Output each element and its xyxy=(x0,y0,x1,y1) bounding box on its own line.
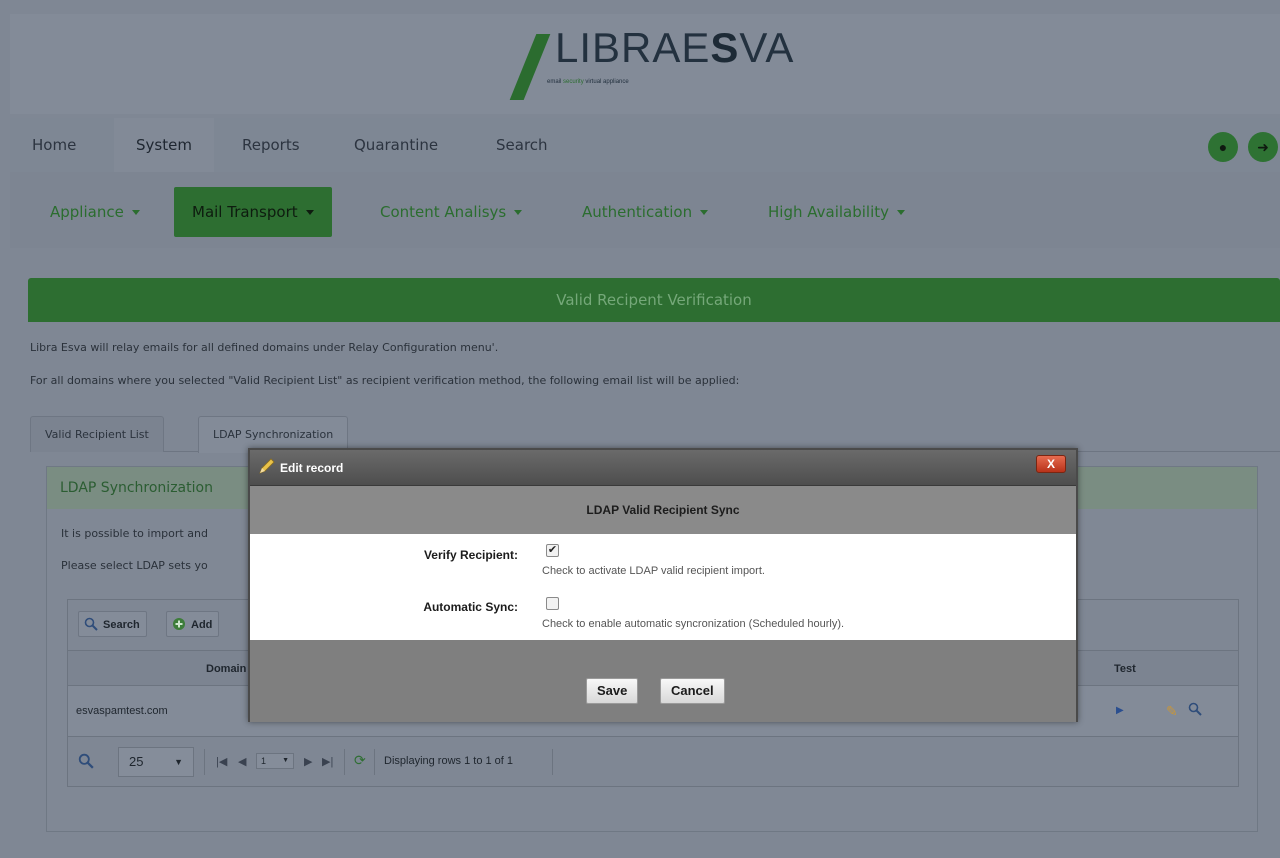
ldap-sync-text-2: Please select LDAP sets yo xyxy=(61,559,208,572)
refresh-icon[interactable]: ⟳ xyxy=(354,752,366,769)
edit-record-dialog: Edit record X LDAP Valid Recipient Sync … xyxy=(248,448,1078,722)
dialog-subtitle: LDAP Valid Recipient Sync xyxy=(250,486,1076,534)
page-size-value: 25 xyxy=(129,754,144,769)
chevron-down-icon xyxy=(514,210,523,215)
search-icon xyxy=(84,617,98,631)
libraesva-logo: LIBRAESVA email security virtual applian… xyxy=(509,22,815,102)
tab-search[interactable]: Search xyxy=(474,118,570,172)
chevron-down-icon xyxy=(305,210,314,215)
recipient-tabs: Valid Recipient List LDAP Synchronizatio… xyxy=(30,412,1280,453)
pager-status: Displaying rows 1 to 1 of 1 xyxy=(384,755,514,767)
menu-appliance-label: Appliance xyxy=(50,203,124,221)
automatic-sync-checkbox[interactable] xyxy=(546,597,559,610)
menu-mail-transport[interactable]: Mail Transport xyxy=(174,187,332,237)
menu-authentication-label: Authentication xyxy=(582,203,693,221)
menu-high-availability[interactable]: High Availability xyxy=(750,187,923,237)
add-icon xyxy=(173,618,185,630)
chevron-down-icon xyxy=(131,210,140,215)
panel-title: Valid Recipent Verification xyxy=(28,278,1280,322)
cancel-button[interactable]: Cancel xyxy=(660,678,725,704)
tab-valid-recipient-list[interactable]: Valid Recipient List xyxy=(30,416,164,452)
grid-pager: 25 ▼ |◀ ◀ 1 ▼ ▶ ▶| ⟳ Displaying rows 1 t… xyxy=(68,736,1238,786)
close-icon: X xyxy=(1046,457,1055,471)
page-number-value: 1 xyxy=(261,756,267,766)
dropdown-arrow-icon: ▼ xyxy=(282,757,289,764)
automatic-sync-hint: Check to enable automatic syncronization… xyxy=(542,618,845,630)
view-magnifier-icon[interactable] xyxy=(1188,684,1202,734)
tab-home[interactable]: Home xyxy=(10,118,98,172)
tab-system[interactable]: System xyxy=(114,118,214,172)
verify-recipient-hint: Check to activate LDAP valid recipient i… xyxy=(542,565,765,577)
tab-reports[interactable]: Reports xyxy=(220,118,322,172)
menu-content-analisys-label: Content Analisys xyxy=(380,203,507,221)
edit-pencil-icon[interactable]: ✎ xyxy=(1166,686,1178,736)
menu-high-availability-label: High Availability xyxy=(768,203,890,221)
menu-appliance[interactable]: Appliance xyxy=(32,187,158,237)
dialog-titlebar[interactable]: Edit record X xyxy=(250,450,1076,486)
ldap-sync-text-1: It is possible to import and xyxy=(61,527,208,540)
column-test[interactable]: Test xyxy=(1114,651,1136,687)
page-size-select[interactable]: 25 ▼ xyxy=(118,747,194,777)
automatic-sync-label: Automatic Sync: xyxy=(423,600,518,614)
pager-divider xyxy=(552,749,553,775)
quick-search-icon[interactable] xyxy=(78,753,94,774)
row-domain: esvaspamtest.com xyxy=(76,705,168,717)
app-header: LIBRAESVA email security virtual applian… xyxy=(10,14,1280,114)
last-page-icon[interactable]: ▶| xyxy=(322,755,333,768)
verify-recipient-label: Verify Recipient: xyxy=(423,548,518,562)
chevron-down-icon xyxy=(897,210,906,215)
add-button-label: Add xyxy=(191,619,213,631)
logout-icon[interactable]: ➜ xyxy=(1248,132,1278,162)
logo-tagline: email security virtual appliance xyxy=(547,79,629,85)
search-button[interactable]: Search xyxy=(78,611,147,637)
logo-slash-mark xyxy=(509,34,551,100)
menu-content-analisys[interactable]: Content Analisys xyxy=(362,187,540,237)
tab-quarantine[interactable]: Quarantine xyxy=(332,118,460,172)
first-page-icon[interactable]: |◀ xyxy=(216,755,227,768)
dialog-title: Edit record xyxy=(280,461,344,475)
page-number-select[interactable]: 1 ▼ xyxy=(256,753,294,769)
panel-description-2: For all domains where you selected "Vali… xyxy=(30,374,740,387)
panel-description-1: Libra Esva will relay emails for all def… xyxy=(30,341,499,354)
close-button[interactable]: X xyxy=(1036,455,1066,473)
pencil-icon xyxy=(259,458,275,474)
run-test-icon[interactable]: ▶ xyxy=(1116,686,1124,736)
pager-divider xyxy=(374,749,375,775)
add-button[interactable]: Add xyxy=(166,611,220,637)
menu-mail-transport-label: Mail Transport xyxy=(192,203,298,221)
logo-wordmark: LIBRAESVA xyxy=(555,24,795,71)
pager-divider xyxy=(344,749,345,775)
save-button[interactable]: Save xyxy=(586,678,639,704)
next-page-icon[interactable]: ▶ xyxy=(304,755,312,768)
top-navigation: Home System Reports Quarantine Search ● … xyxy=(10,118,1280,172)
sub-navigation: Appliance Mail Transport Content Analisy… xyxy=(10,172,1280,248)
verify-recipient-checkbox[interactable]: ✔ xyxy=(546,544,559,557)
user-profile-icon[interactable]: ● xyxy=(1208,132,1238,162)
dropdown-arrow-icon: ▼ xyxy=(174,757,183,767)
chevron-down-icon xyxy=(700,210,709,215)
pager-divider xyxy=(204,749,205,775)
dialog-buttons: Save Cancel xyxy=(250,640,1076,722)
prev-page-icon[interactable]: ◀ xyxy=(238,755,246,768)
search-button-label: Search xyxy=(103,619,140,631)
menu-authentication[interactable]: Authentication xyxy=(564,187,726,237)
column-domain[interactable]: Domain xyxy=(206,651,246,687)
dialog-form: Verify Recipient: ✔ Check to activate LD… xyxy=(250,534,1076,640)
